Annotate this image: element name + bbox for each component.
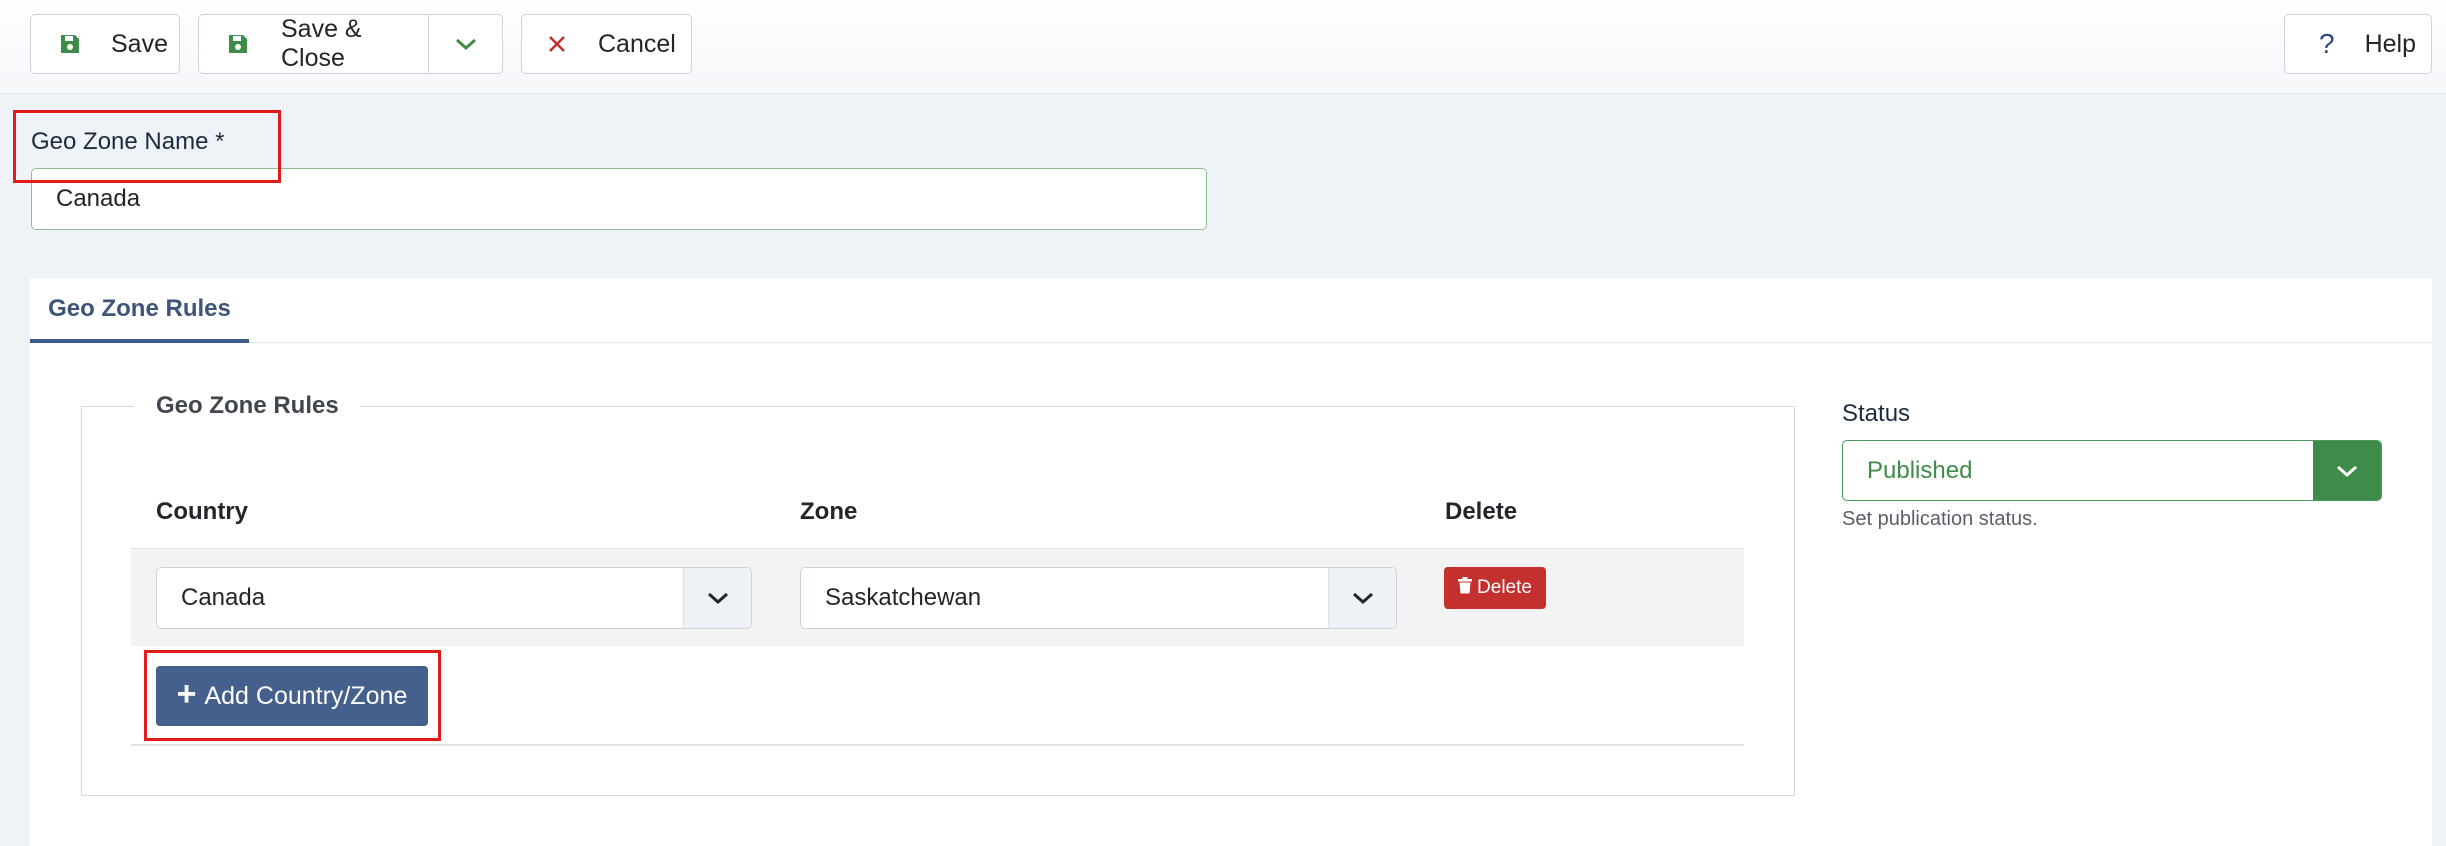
- cancel-button[interactable]: Cancel: [521, 14, 692, 74]
- help-label: Help: [2364, 29, 2416, 58]
- cancel-label: Cancel: [598, 29, 676, 58]
- zone-select-value: Saskatchewan: [825, 584, 982, 611]
- save-button[interactable]: Save: [30, 14, 180, 74]
- save-close-label: Save & Close: [281, 15, 362, 72]
- tab-geo-zone-rules[interactable]: Geo Zone Rules: [30, 278, 249, 343]
- close-icon: [548, 35, 566, 53]
- column-header-zone: Zone: [800, 498, 858, 525]
- toolbar: Save Save & Close Cancel ? Help: [0, 0, 2446, 94]
- table-bottom-divider: [131, 744, 1744, 746]
- tab-list: Geo Zone Rules: [30, 278, 2432, 343]
- status-help-text: Set publication status.: [1842, 508, 2038, 530]
- highlight-box-name: [13, 110, 281, 183]
- chevron-down-icon: [1328, 568, 1396, 628]
- save-close-button-group: Save & Close: [198, 14, 503, 74]
- save-close-button[interactable]: Save & Close: [199, 15, 429, 73]
- chevron-down-icon: [454, 30, 478, 59]
- delete-row-button[interactable]: Delete: [1444, 567, 1546, 609]
- trash-icon: [1458, 576, 1473, 600]
- save-options-dropdown-button[interactable]: [429, 15, 502, 73]
- status-label: Status: [1842, 400, 1911, 427]
- zone-select[interactable]: Saskatchewan: [800, 567, 1397, 629]
- fieldset-legend: Geo Zone Rules: [134, 392, 361, 420]
- save-label: Save: [111, 29, 168, 58]
- country-select[interactable]: Canada: [156, 567, 752, 629]
- status-select-value: Published: [1867, 456, 1973, 484]
- help-button[interactable]: ? Help: [2284, 14, 2432, 74]
- floppy-disk-icon: [227, 33, 249, 55]
- floppy-disk-icon: [59, 33, 81, 55]
- question-icon: ?: [2319, 28, 2335, 59]
- highlight-box-add: [144, 650, 441, 741]
- chevron-down-icon: [683, 568, 751, 628]
- country-select-value: Canada: [181, 584, 266, 611]
- status-select[interactable]: Published: [1842, 440, 2382, 501]
- chevron-down-icon: [2313, 441, 2381, 500]
- column-header-delete: Delete: [1445, 498, 1518, 525]
- column-header-country: Country: [156, 498, 248, 525]
- delete-label: Delete: [1477, 577, 1532, 598]
